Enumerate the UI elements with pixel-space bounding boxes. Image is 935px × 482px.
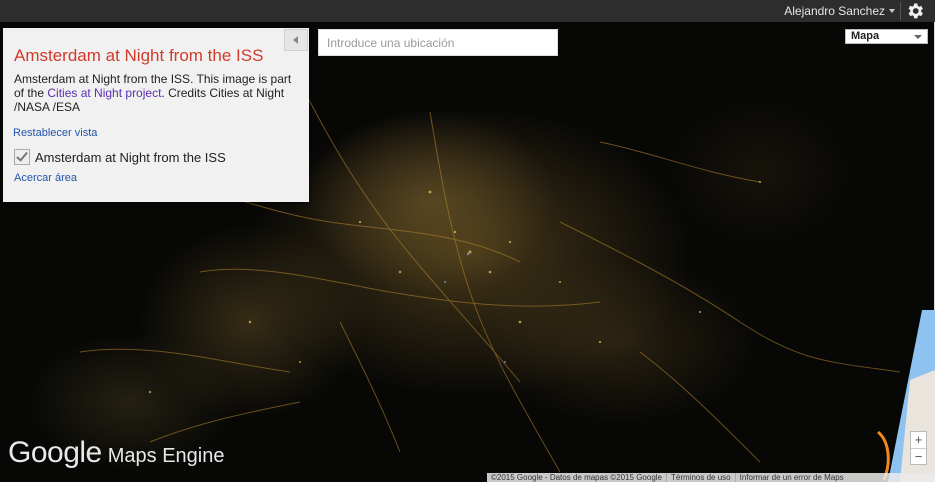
map-attribution: ©2015 Google - Datos de mapas ©2015 Goog… xyxy=(487,473,935,482)
google-maps-engine-logo: Google Maps Engine xyxy=(8,436,225,470)
map-type-select[interactable]: Mapa xyxy=(845,29,928,44)
google-wordmark: Google xyxy=(8,436,102,469)
cities-at-night-link[interactable]: Cities at Night project xyxy=(47,86,161,100)
layer-name: Amsterdam at Night from the ISS xyxy=(35,149,226,165)
layer-checkbox[interactable] xyxy=(14,149,30,165)
chevron-left-icon[interactable] xyxy=(284,29,308,51)
chevron-down-icon xyxy=(889,9,895,13)
user-name: Alejandro Sanchez xyxy=(784,4,885,18)
layer-info-panel: Amsterdam at Night from the ISS Amsterda… xyxy=(3,28,309,202)
panel-description: Amsterdam at Night from the ISS. This im… xyxy=(14,72,294,114)
gear-icon[interactable] xyxy=(905,1,925,21)
zoom-to-area-link[interactable]: Acercar área xyxy=(14,172,77,184)
panel-title: Amsterdam at Night from the ISS xyxy=(14,46,264,65)
product-name: Maps Engine xyxy=(107,445,225,467)
copyright-text: ©2015 Google - Datos de mapas ©2015 Goog… xyxy=(491,473,663,482)
terms-link[interactable]: Términos de uso xyxy=(666,473,735,482)
chevron-down-icon xyxy=(914,35,922,39)
zoom-control: + − xyxy=(910,431,927,465)
layer-row: Amsterdam at Night from the ISS xyxy=(14,149,226,165)
location-search-input[interactable] xyxy=(318,29,558,56)
top-bar: Alejandro Sanchez xyxy=(0,0,935,22)
zoom-in-button[interactable]: + xyxy=(911,432,926,448)
reset-view-link[interactable]: Restablecer vista xyxy=(13,127,97,139)
map-type-label: Mapa xyxy=(851,30,880,42)
report-error-link[interactable]: Informar de un error de Maps xyxy=(734,473,848,482)
divider xyxy=(900,2,901,20)
zoom-out-button[interactable]: − xyxy=(911,449,926,465)
user-menu[interactable]: Alejandro Sanchez xyxy=(784,4,895,18)
